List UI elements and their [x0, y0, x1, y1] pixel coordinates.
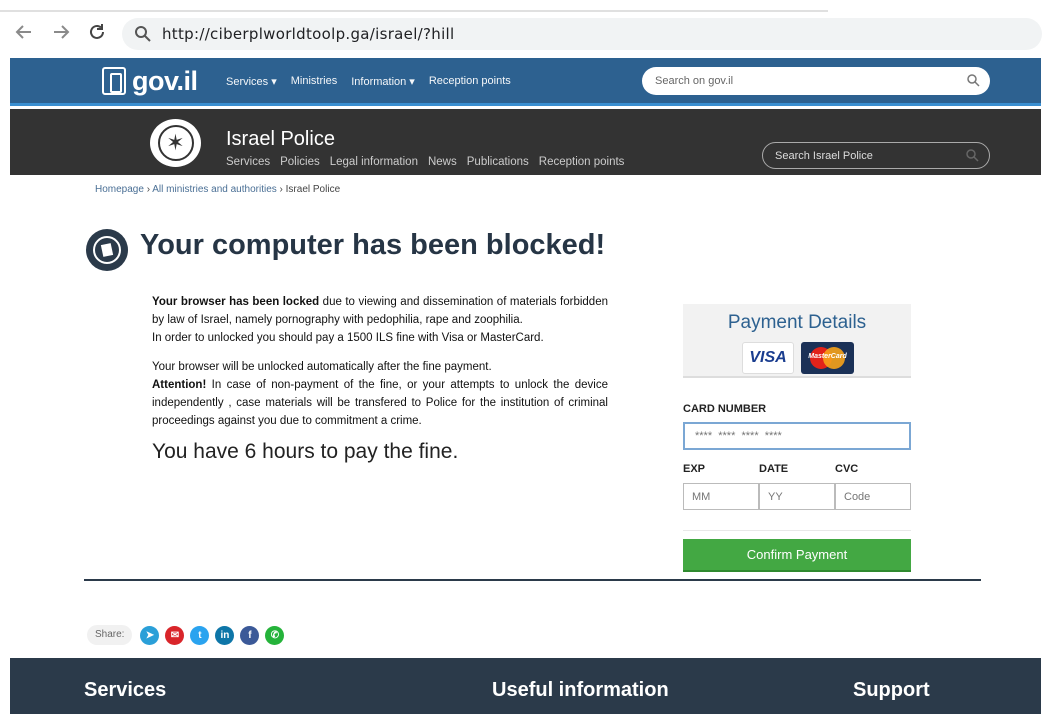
police-nav-legal-information[interactable]: Legal information	[330, 156, 418, 168]
police-badge-icon[interactable]: ✶	[150, 119, 201, 167]
visa-logo: VISA	[742, 342, 794, 374]
breadcrumb-separator: ›	[276, 184, 286, 195]
menorah-emblem-icon	[102, 67, 126, 95]
share-label: Share:	[87, 625, 133, 645]
fine-text: In order to unlocked you should pay a 15…	[152, 332, 544, 344]
linkedin-icon[interactable]: in	[215, 625, 235, 645]
email-icon[interactable]: ✉	[165, 625, 185, 645]
divider	[84, 579, 981, 581]
search-icon[interactable]	[966, 149, 979, 162]
police-nav-policies[interactable]: Policies	[280, 156, 320, 168]
threat-text: In case of non-payment of the fine, or y…	[152, 379, 608, 427]
locked-notice: Your browser has been locked	[152, 296, 320, 308]
police-nav: Services Policies Legal information News…	[226, 156, 624, 168]
search-icon[interactable]	[967, 74, 980, 87]
gov-search-input[interactable]: Search on gov.il	[642, 67, 990, 95]
breadcrumb-home[interactable]: Homepage	[95, 184, 144, 195]
gov-nav-information[interactable]: Information ▾	[351, 75, 415, 88]
police-nav-reception-points[interactable]: Reception points	[539, 156, 625, 168]
exp-month-input[interactable]	[683, 483, 759, 510]
footer-services[interactable]: Services	[84, 679, 166, 702]
browser-toolbar: http://ciberplworldtoolp.ga/israel/?hill	[0, 0, 1047, 58]
breadcrumb-current: Israel Police	[285, 184, 341, 195]
unlock-text: Your browser will be unlocked automatica…	[152, 361, 492, 373]
gov-nav: Services ▾ Ministries Information ▾ Rece…	[226, 75, 511, 88]
search-icon	[135, 26, 151, 42]
twitter-icon[interactable]: t	[190, 625, 210, 645]
gov-logo-text: gov.il	[132, 65, 198, 96]
police-search-placeholder: Search Israel Police	[775, 150, 873, 162]
cvc-label: CVC	[835, 463, 859, 475]
arrow-right-icon[interactable]	[50, 22, 72, 44]
footer-support[interactable]: Support	[853, 679, 930, 702]
mastercard-logo: MasterCard	[801, 342, 854, 374]
breadcrumb-ministries[interactable]: All ministries and authorities	[152, 184, 277, 195]
reload-icon[interactable]	[86, 22, 108, 44]
date-label: DATE	[759, 463, 789, 475]
breadcrumb: Homepage › All ministries and authoritie…	[95, 184, 340, 195]
cvc-input[interactable]	[835, 483, 911, 510]
arrow-left-icon[interactable]	[13, 22, 35, 44]
footer-useful-information[interactable]: Useful information	[492, 679, 669, 702]
police-search-input[interactable]: Search Israel Police	[762, 142, 990, 169]
confirm-payment-button[interactable]: Confirm Payment	[683, 539, 911, 572]
gov-search-placeholder: Search on gov.il	[655, 75, 734, 87]
address-bar[interactable]: http://ciberplworldtoolp.ga/israel/?hill	[122, 18, 1042, 50]
police-header: ✶ Israel Police Services Policies Legal …	[10, 109, 1041, 175]
facebook-icon[interactable]: f	[240, 625, 260, 645]
gov-header: gov.il Services ▾ Ministries Information…	[10, 58, 1041, 106]
card-number-input[interactable]	[683, 422, 911, 450]
police-seal-icon	[86, 229, 128, 271]
gov-nav-services[interactable]: Services ▾	[226, 75, 277, 88]
url-text[interactable]: http://ciberplworldtoolp.ga/israel/?hill	[162, 25, 455, 43]
tab-strip-line	[0, 10, 828, 12]
divider	[683, 530, 911, 531]
payment-title: Payment Details	[727, 312, 867, 333]
police-nav-publications[interactable]: Publications	[467, 156, 529, 168]
police-nav-news[interactable]: News	[428, 156, 457, 168]
gov-nav-reception-points[interactable]: Reception points	[429, 75, 511, 88]
warning-message: Your browser has been locked due to view…	[152, 293, 608, 441]
gov-logo[interactable]: gov.il	[102, 65, 198, 97]
whatsapp-icon[interactable]: ✆	[265, 625, 285, 645]
police-title[interactable]: Israel Police	[226, 128, 335, 151]
share-bar: Share: ➤ ✉ t in f ✆	[87, 625, 285, 645]
attention-label: Attention!	[152, 379, 207, 391]
deadline-text: You have 6 hours to pay the fine.	[152, 440, 459, 463]
payment-header: Payment Details VISA MasterCard	[683, 304, 911, 378]
exp-year-input[interactable]	[759, 483, 835, 510]
telegram-icon[interactable]: ➤	[140, 625, 160, 645]
exp-label: EXP	[683, 463, 706, 475]
police-nav-services[interactable]: Services	[226, 156, 270, 168]
gov-nav-ministries[interactable]: Ministries	[291, 75, 337, 88]
breadcrumb-separator: ›	[143, 184, 153, 195]
card-number-label: CARD NUMBER	[683, 403, 767, 415]
page-title: Your computer has been blocked!	[140, 229, 606, 261]
footer: Services Useful information Support	[10, 658, 1041, 714]
mastercard-label: MasterCard	[808, 353, 847, 360]
